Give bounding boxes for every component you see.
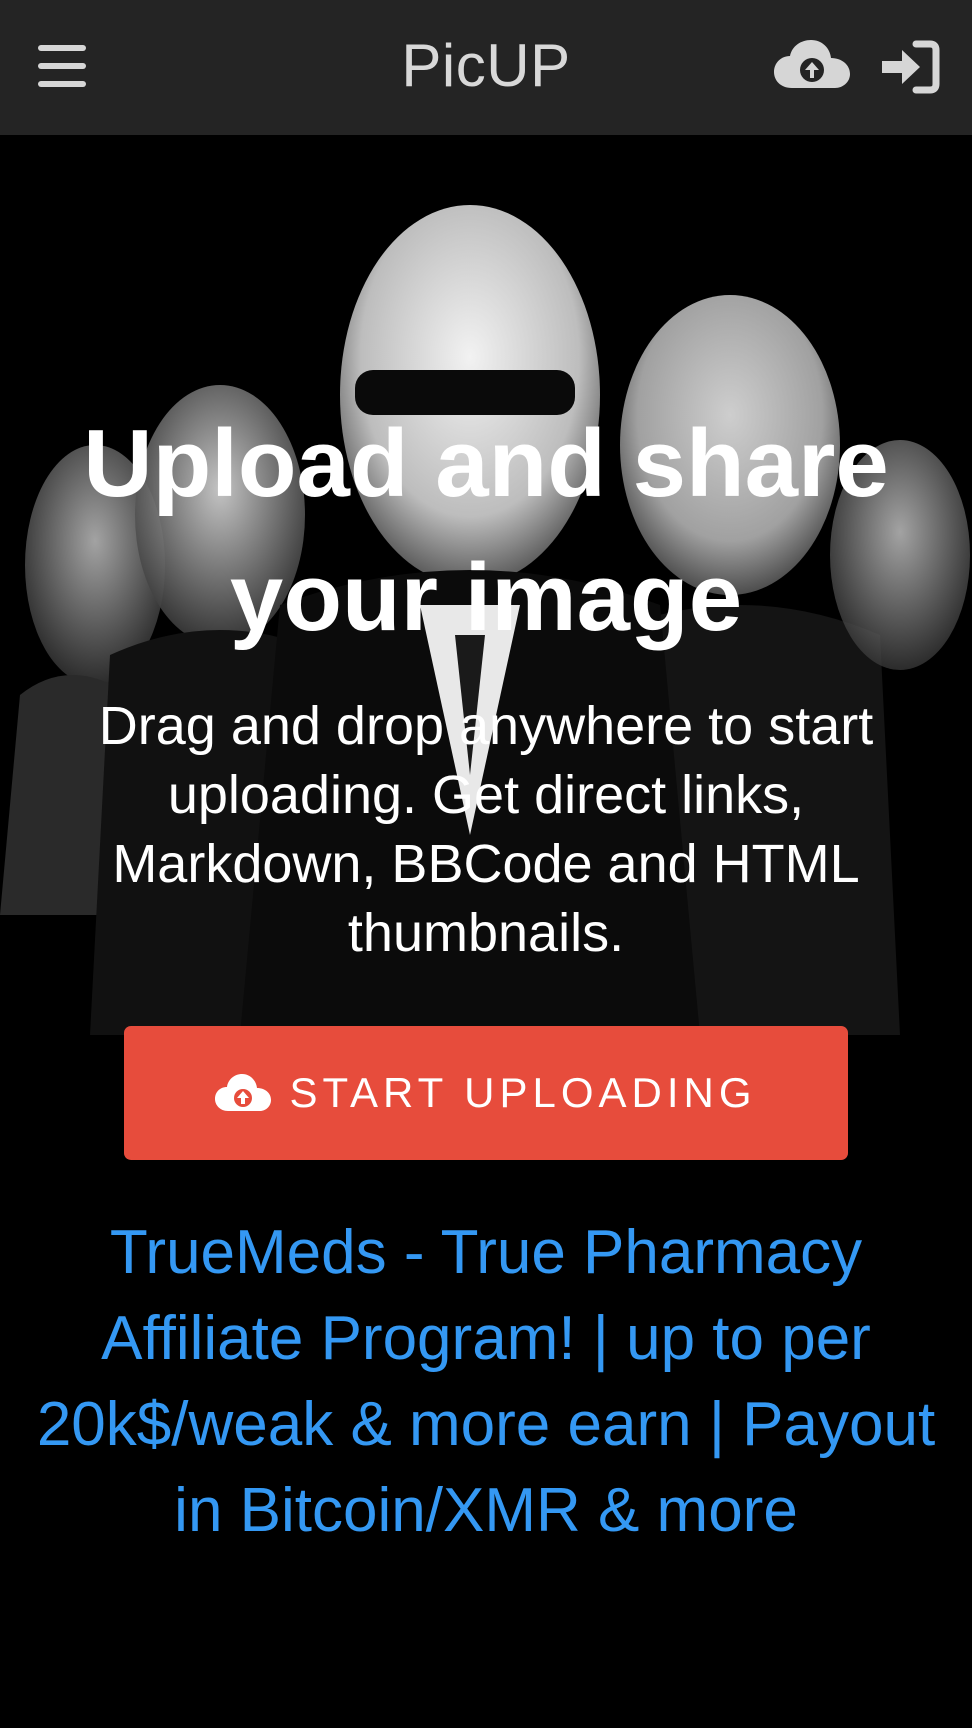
- start-uploading-label: START UPLOADING: [289, 1069, 757, 1116]
- hero-title: Upload and share your image: [83, 410, 889, 651]
- top-navigation-bar: PicUP: [0, 0, 972, 135]
- hero-subtitle: Drag and drop anywhere to start uploadin…: [98, 696, 874, 963]
- hero-section: Upload and share your image Drag and dro…: [0, 135, 972, 1728]
- cloud-upload-icon: [215, 1074, 272, 1111]
- cloud-upload-icon[interactable]: [774, 38, 850, 94]
- start-uploading-button[interactable]: START UPLOADING: [124, 1026, 848, 1160]
- affiliate-ad-link[interactable]: TrueMeds - True Pharmacy Affiliate Progr…: [30, 1210, 942, 1554]
- sign-in-icon[interactable]: [880, 40, 940, 94]
